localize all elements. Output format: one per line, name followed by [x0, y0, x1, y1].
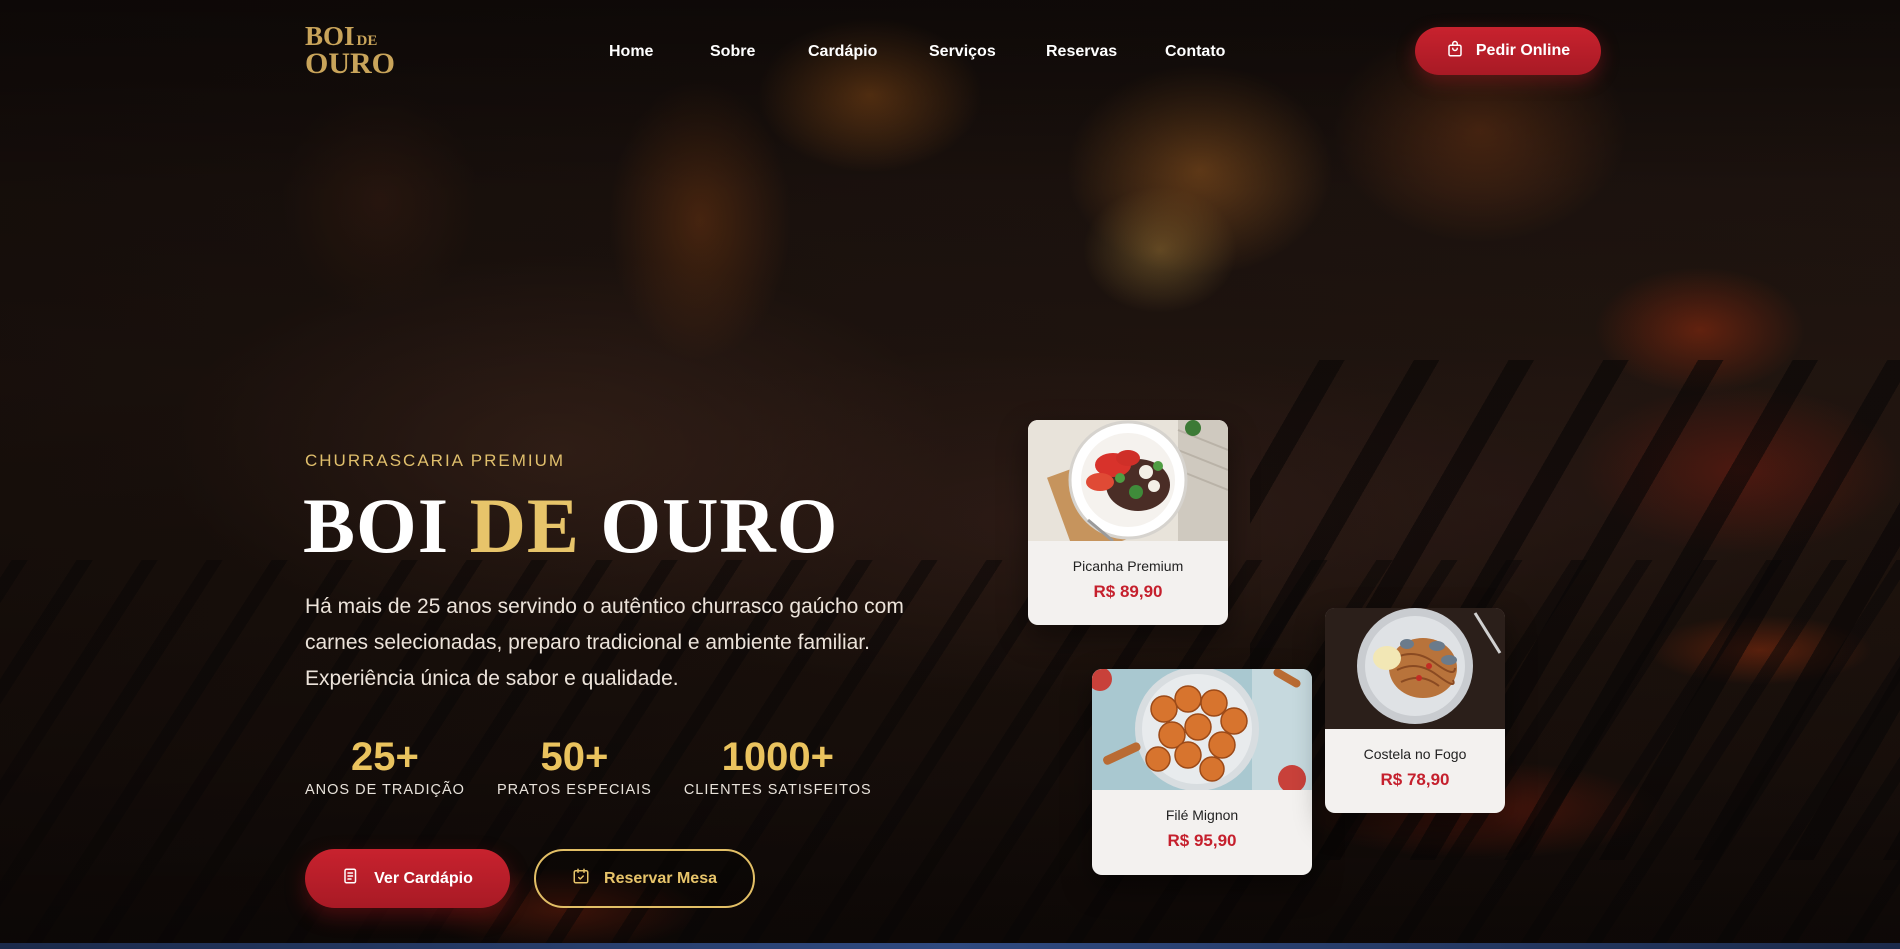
hero-description: Há mais de 25 anos servindo o autêntico … [305, 595, 904, 690]
dish-price: R$ 95,90 [1167, 831, 1237, 850]
nav-sobre[interactable]: Sobre [710, 40, 808, 64]
dish-image [1325, 608, 1505, 729]
calendar-check-icon [572, 867, 590, 890]
nav-cardapio[interactable]: Cardápio [808, 40, 929, 64]
hero-title-part-3: OURO [579, 482, 839, 569]
order-online-label: Pedir Online [1475, 42, 1571, 59]
logo[interactable]: BOI DE OURO [305, 23, 405, 80]
dish-card-file-mignon[interactable]: Filé Mignon R$ 95,90 [1092, 669, 1312, 875]
hero-eyebrow: CHURRASCARIA PREMIUM [305, 451, 566, 470]
nav-servicos[interactable]: Serviços [929, 40, 1046, 64]
next-section-edge [0, 943, 1900, 949]
view-menu-label: Ver Cardápio [374, 869, 473, 887]
dish-card-picanha[interactable]: Picanha Premium R$ 89,90 [1028, 420, 1228, 625]
dish-price: R$ 78,90 [1380, 770, 1450, 789]
stat-value: 1000+ [721, 735, 834, 779]
stat-value: 25+ [351, 735, 419, 779]
order-online-button[interactable]: Pedir Online [1415, 27, 1601, 75]
dish-name: Picanha Premium [1072, 558, 1184, 574]
nav-contato[interactable]: Contato [1165, 40, 1235, 64]
stat-label: CLIENTES SATISFEITOS [683, 782, 872, 798]
menu-list-icon [342, 867, 360, 890]
hero-title: BOI DE OURO [303, 486, 838, 566]
main-nav: Home Sobre Cardápio Serviços Reservas Co… [609, 40, 1235, 64]
site-header: BOI DE OURO Home Sobre Cardápio Serviços … [0, 0, 1900, 102]
stat-years: 25+ ANOS DE TRADIÇÃO [305, 734, 465, 798]
hero-overlay [0, 0, 1900, 949]
view-menu-button[interactable]: Ver Cardápio [305, 849, 510, 908]
stat-clients: 1000+ CLIENTES SATISFEITOS [684, 734, 872, 798]
shopping-bag-icon [1446, 40, 1464, 63]
hero-title-part-1: BOI [303, 482, 470, 569]
nav-home[interactable]: Home [609, 40, 710, 64]
stat-label: ANOS DE TRADIÇÃO [305, 782, 465, 798]
stat-value: 50+ [540, 735, 609, 779]
dish-image [1092, 669, 1312, 790]
dish-image [1028, 420, 1228, 541]
nav-reservas[interactable]: Reservas [1046, 40, 1165, 64]
reserve-table-label: Reservar Mesa [604, 869, 717, 887]
dish-name: Costela no Fogo [1363, 746, 1467, 762]
logo-text-ouro: OURO [305, 47, 395, 80]
stat-dishes: 50+ PRATOS ESPECIAIS [497, 734, 652, 798]
dish-price: R$ 89,90 [1093, 582, 1163, 601]
hero-stats: 25+ ANOS DE TRADIÇÃO 50+ PRATOS ESPECIAI… [305, 734, 904, 798]
dish-card-costela[interactable]: Costela no Fogo R$ 78,90 [1325, 608, 1505, 813]
hero-title-highlight: DE [469, 482, 580, 569]
reserve-table-button[interactable]: Reservar Mesa [534, 849, 755, 908]
dish-name: Filé Mignon [1165, 807, 1239, 823]
stat-label: PRATOS ESPECIAIS [496, 782, 652, 798]
